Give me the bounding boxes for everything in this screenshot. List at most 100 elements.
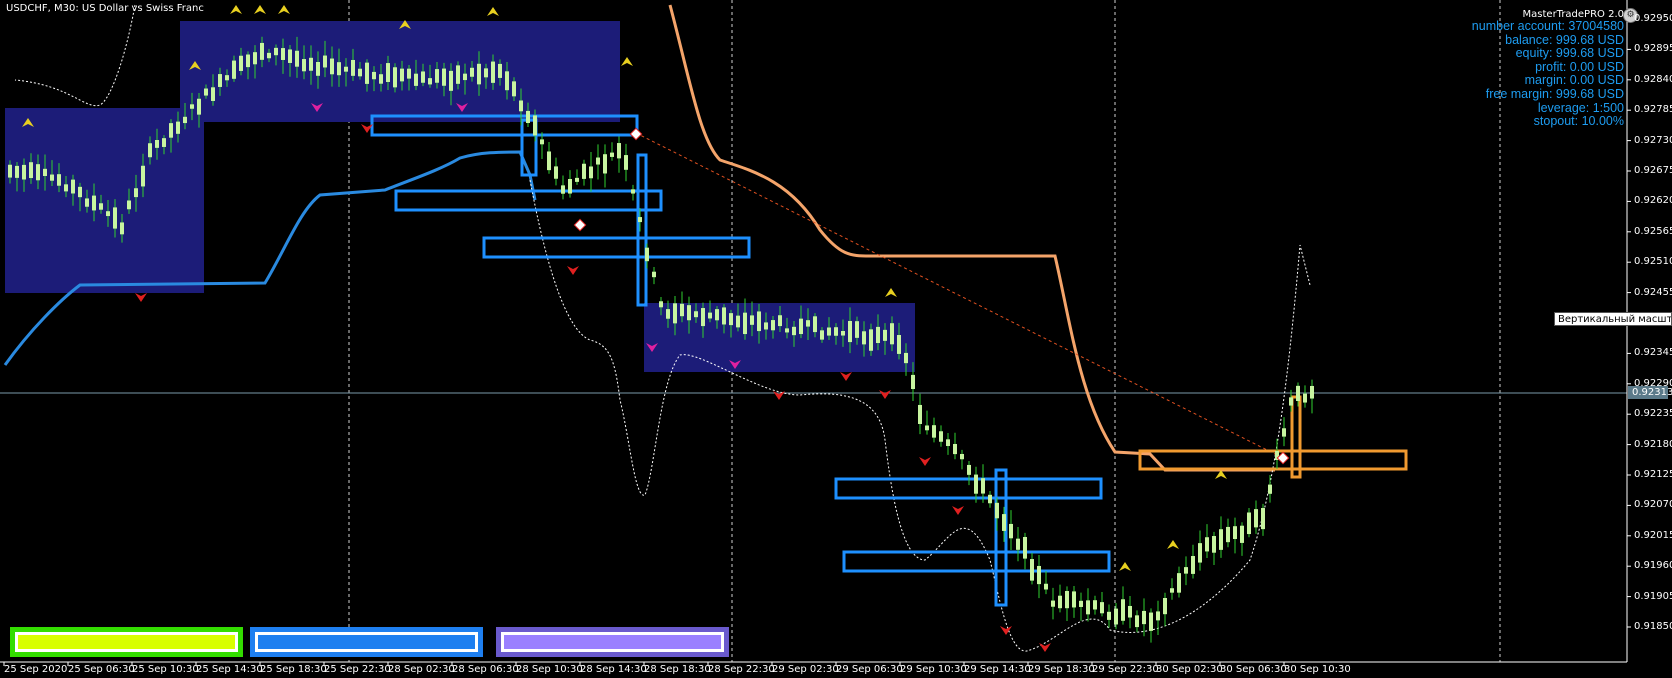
candle-body: [463, 73, 467, 81]
signal-down-arrow-icon: [919, 457, 931, 466]
account-row: free margin: 999.68 USD: [1485, 86, 1624, 101]
candle-body: [1079, 600, 1083, 607]
candle-body: [1135, 615, 1139, 628]
time-label: 25 Sep 22:30: [324, 664, 391, 675]
time-label: 30 Sep 06:30: [1220, 664, 1287, 675]
candle-body: [820, 330, 824, 340]
candle-body: [232, 60, 236, 79]
price-label: 0.92895: [1634, 43, 1672, 55]
green-mode-button[interactable]: [10, 627, 243, 657]
candle-body: [617, 143, 621, 159]
account-row: leverage: 1:500: [1537, 100, 1624, 115]
blue-mode-button[interactable]: [250, 627, 483, 657]
candle-body: [1100, 602, 1104, 614]
price-label: 0.92510: [1634, 256, 1672, 268]
time-label: 28 Sep 06:30: [452, 664, 519, 675]
candle-body: [344, 66, 348, 72]
current-price-tag: 0.92313: [1628, 386, 1672, 399]
candle-body: [764, 322, 768, 330]
candle-body: [799, 318, 803, 335]
candle-body: [1009, 523, 1013, 539]
candle-body: [64, 184, 68, 192]
candle-body: [22, 164, 26, 180]
candle-body: [435, 69, 439, 83]
candle-body: [722, 307, 726, 325]
candle-body: [393, 67, 397, 88]
time-label: 25 Sep 2020: [4, 664, 68, 675]
candle-body: [1030, 559, 1034, 581]
candle-body: [211, 87, 215, 101]
candle-body: [554, 166, 558, 179]
blue-level-box: [842, 550, 1111, 573]
candle-body: [575, 177, 579, 182]
candle-body: [491, 61, 495, 83]
candle-body: [134, 188, 138, 198]
signal-down-arrow-icon: [567, 266, 579, 275]
signal-up-arrow-icon: [1167, 540, 1179, 549]
time-label: 28 Sep 02:30: [388, 664, 455, 675]
candle-body: [1044, 583, 1048, 590]
price-chart[interactable]: [0, 0, 1672, 678]
candle-body: [15, 165, 19, 178]
candle-body: [1016, 538, 1020, 550]
price-label: 0.92180: [1634, 438, 1672, 450]
candle-body: [701, 308, 705, 327]
candle-body: [932, 425, 936, 438]
candle-body: [85, 198, 89, 207]
time-label: 25 Sep 18:30: [260, 664, 327, 675]
candle-body: [589, 166, 593, 179]
signal-up-arrow-icon: [1119, 562, 1131, 571]
candle-body: [316, 61, 320, 76]
candle-body: [477, 63, 481, 85]
candle-body: [407, 68, 411, 79]
time-label: 29 Sep 06:30: [836, 664, 903, 675]
time-label: 29 Sep 22:30: [1092, 664, 1159, 675]
candle-body: [960, 453, 964, 460]
candle-body: [267, 52, 271, 59]
candle-body: [834, 327, 838, 336]
candle-body: [869, 329, 873, 351]
candle-body: [484, 68, 488, 78]
signal-down-arrow-icon: [952, 506, 964, 515]
candle-body: [1107, 611, 1111, 620]
price-label: 0.92950: [1634, 13, 1672, 24]
candle-body: [99, 203, 103, 210]
purple-mode-button[interactable]: [496, 627, 729, 657]
candle-body: [673, 303, 677, 324]
candle-body: [92, 195, 96, 211]
candle-body: [883, 329, 887, 341]
candle-body: [281, 48, 285, 60]
marker-diamond-icon: [573, 218, 587, 232]
candle-body: [652, 271, 656, 278]
candle-body: [645, 247, 649, 262]
candle-body: [505, 71, 509, 91]
candle-body: [610, 152, 614, 157]
signal-up-arrow-icon: [230, 5, 242, 14]
signal-down-arrow-icon: [1039, 643, 1051, 652]
candle-body: [638, 217, 642, 223]
projection-line: [635, 132, 1284, 459]
price-label: 0.92785: [1634, 104, 1672, 116]
candle-body: [526, 110, 530, 124]
blue-level-box: [482, 236, 751, 259]
candle-body: [757, 311, 761, 332]
candle-body: [176, 121, 180, 134]
candle-body: [659, 301, 663, 308]
candle-body: [302, 59, 306, 72]
signal-up-arrow-icon: [885, 288, 897, 297]
candle-body: [1037, 565, 1041, 585]
candle-body: [778, 315, 782, 327]
candle-body: [386, 63, 390, 83]
candle-body: [71, 179, 75, 194]
candle-body: [449, 70, 453, 91]
candle-body: [876, 326, 880, 344]
candle-body: [78, 186, 82, 198]
candle-body: [561, 185, 565, 194]
account-row: equity: 999.68 USD: [1515, 46, 1624, 61]
time-label: 30 Sep 02:30: [1156, 664, 1223, 675]
candle-body: [1072, 591, 1076, 608]
candle-body: [519, 100, 523, 112]
time-label: 28 Sep 10:30: [516, 664, 583, 675]
candle-body: [1191, 556, 1195, 574]
time-label: 28 Sep 14:30: [580, 664, 647, 675]
